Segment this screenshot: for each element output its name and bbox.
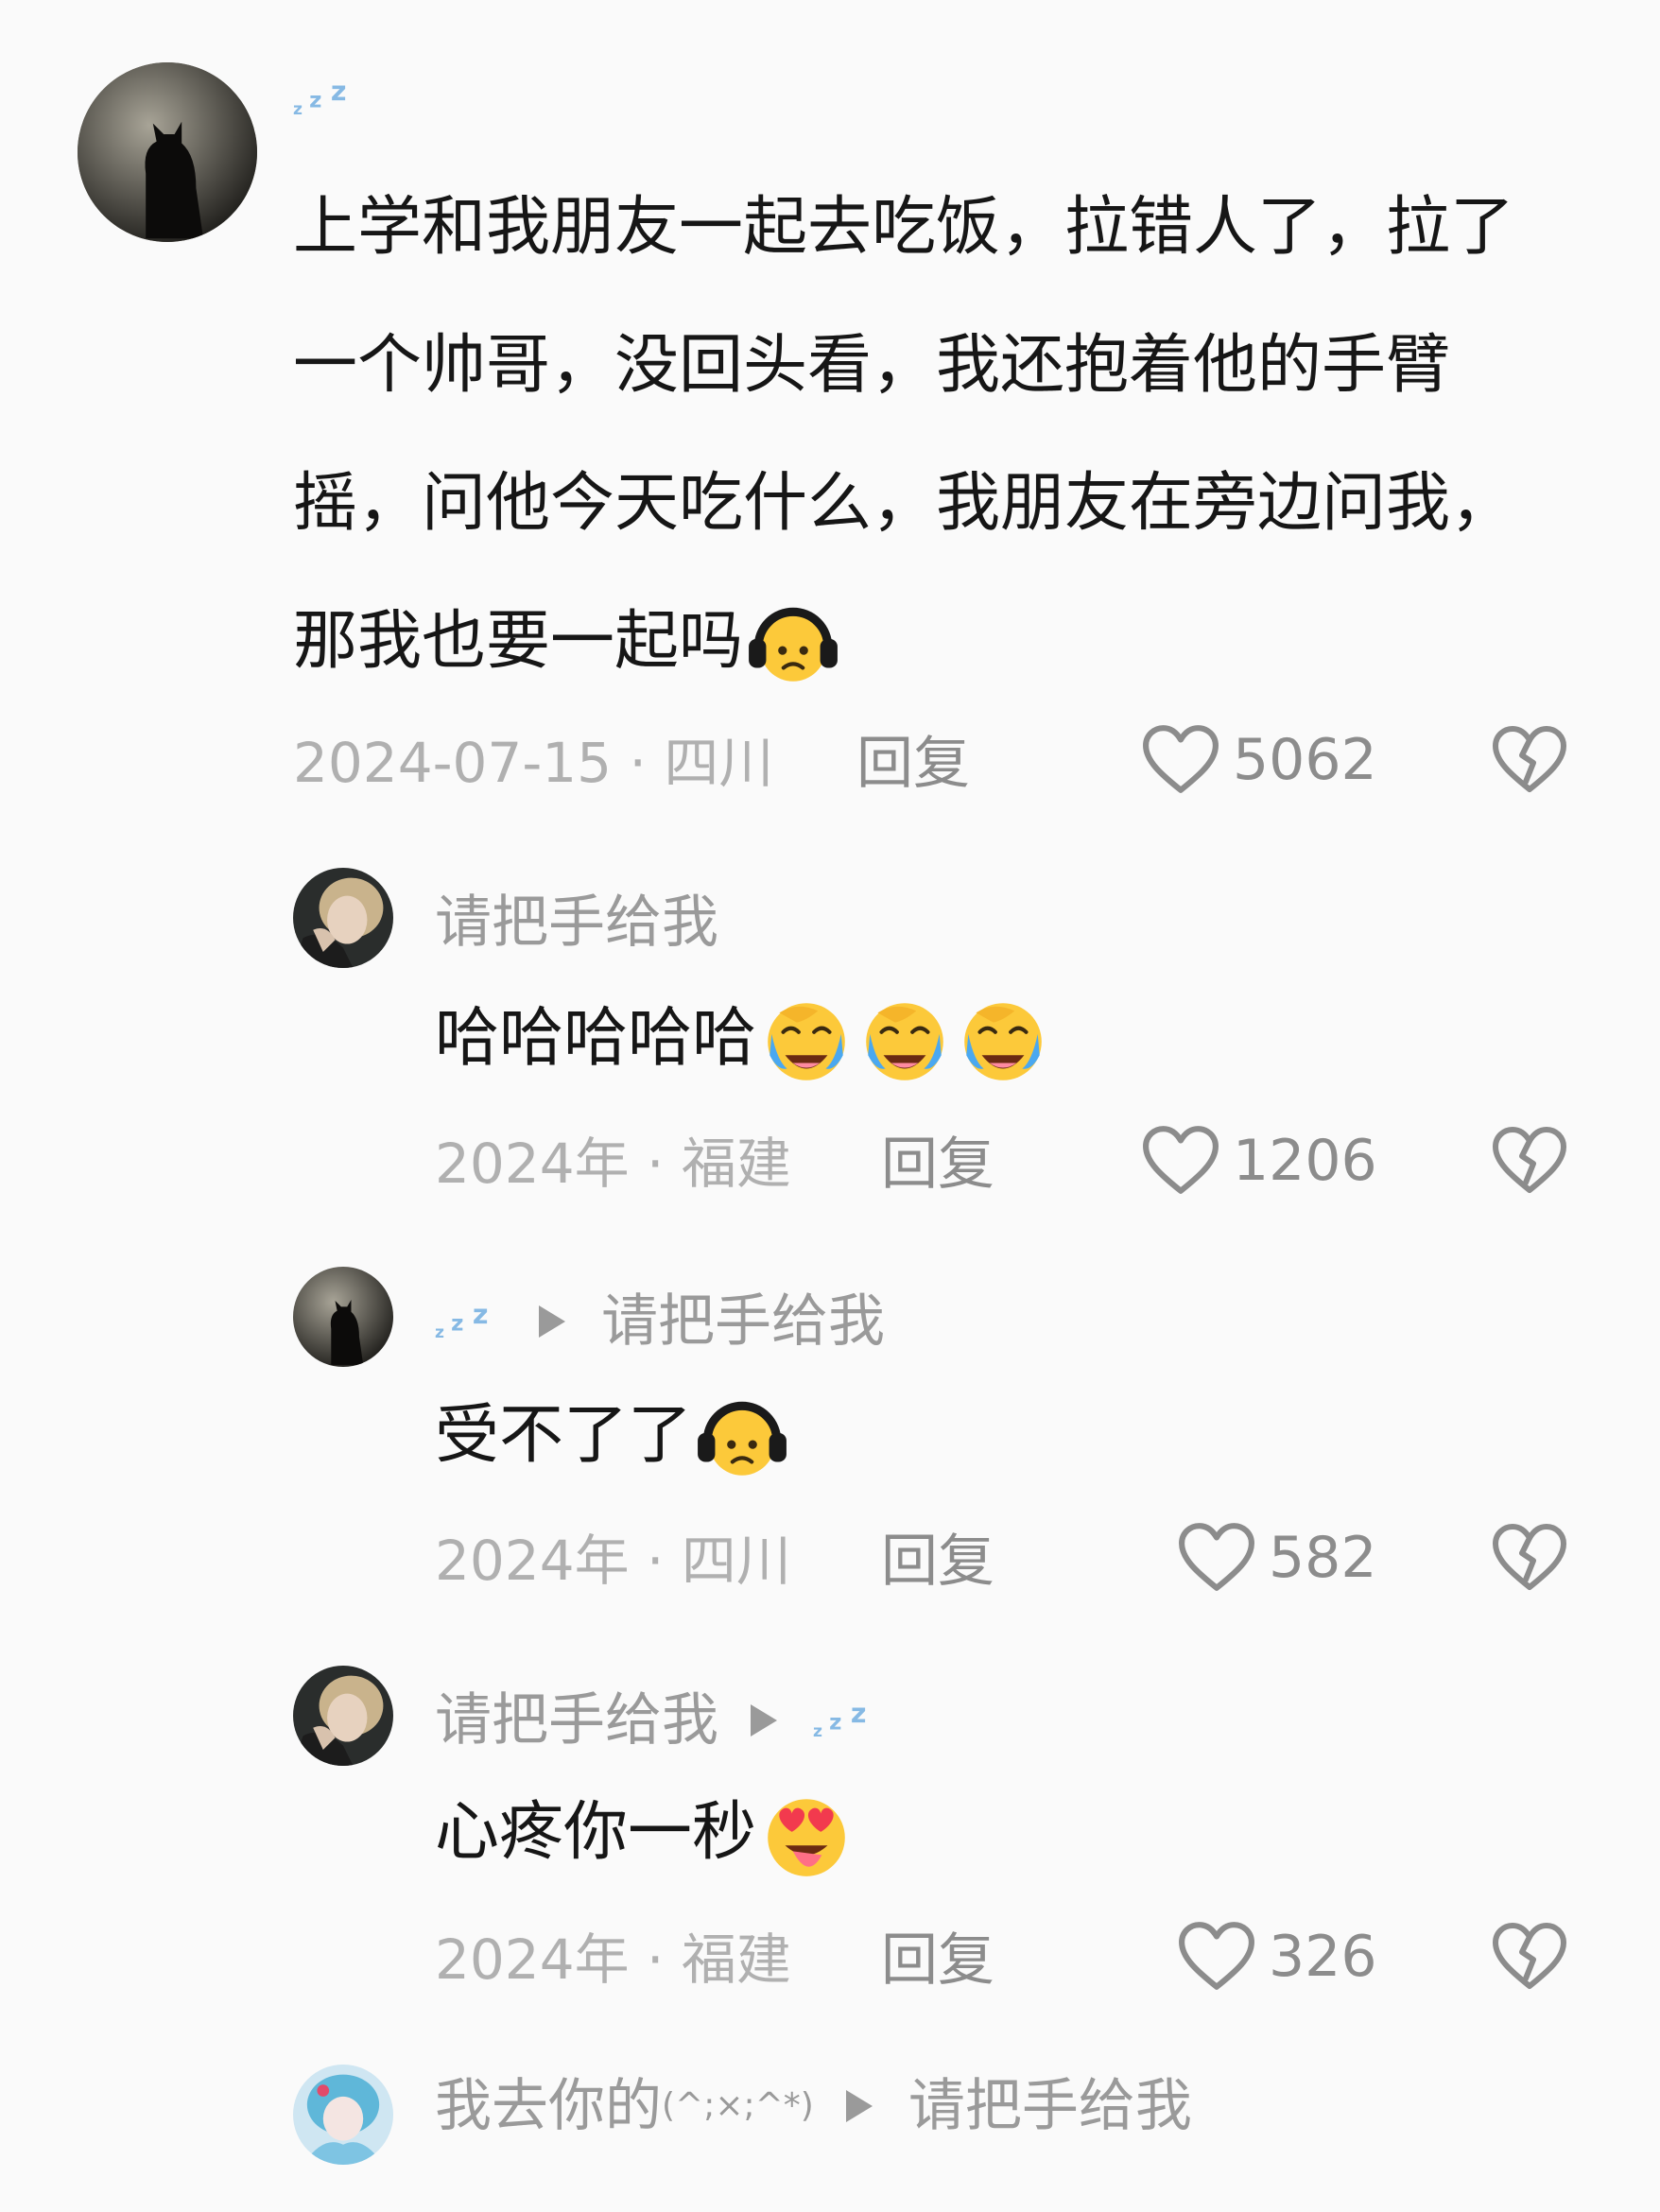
broken-heart-icon [1492, 1522, 1567, 1594]
broken-heart-icon [1492, 1921, 1567, 1993]
comment-body: 上学和我朋友一起去吃饭，拉错人了，拉了一个帅哥，没回头看，我还抱着他的手臂摇，问… [293, 159, 1560, 711]
reply-to-user[interactable]: 请把手给我 [908, 2078, 1192, 2134]
reply-button[interactable]: 回复 [881, 1136, 994, 1193]
heart-icon [1178, 1921, 1255, 1993]
like-button[interactable]: 326 [1178, 1921, 1377, 1993]
zzz-icon [293, 78, 365, 119]
heart-icon [1178, 1522, 1255, 1594]
dislike-button[interactable] [1492, 1125, 1567, 1197]
comment-author[interactable] [293, 78, 365, 119]
reply-button[interactable]: 回复 [881, 1932, 994, 1989]
comment-text: 上学和我朋友一起去吃饭，拉错人了，拉了一个帅哥，没回头看，我还抱着他的手臂摇，问… [293, 190, 1515, 679]
comment-date: 2024年 [435, 1132, 630, 1196]
avatar-cat[interactable] [293, 1267, 393, 1367]
comment-author[interactable]: 我去你的 (^;×;^*) 请把手给我 [435, 2078, 1192, 2134]
heart-icon [1142, 1125, 1219, 1197]
like-button[interactable]: 1206 [1142, 1125, 1377, 1197]
avatar-user[interactable] [293, 1666, 393, 1766]
dislike-button[interactable] [1492, 724, 1567, 796]
rofl-emoji [955, 994, 1051, 1090]
avatar-cat[interactable] [78, 62, 257, 242]
reply-arrow-icon [845, 2090, 873, 2122]
cat-silhouette-icon [78, 62, 257, 242]
cat-silhouette-icon [293, 1267, 393, 1367]
comment-meta: 2024年 · 四川 [435, 1529, 791, 1593]
headphone-face-emoji [694, 1391, 790, 1487]
comment-location: 福建 [681, 1132, 791, 1196]
like-count: 582 [1269, 1525, 1377, 1591]
headphone-face-emoji [745, 596, 841, 693]
comment-meta: 2024年 · 福建 [435, 1927, 791, 1992]
comment-text: 哈哈哈哈哈 [435, 1001, 757, 1076]
heart-icon [1142, 724, 1219, 796]
like-count: 1206 [1233, 1128, 1377, 1194]
zzz-icon [813, 1700, 885, 1741]
comment-meta: 2024年 · 福建 [435, 1132, 791, 1196]
like-count: 5062 [1233, 727, 1377, 793]
like-button[interactable]: 582 [1178, 1522, 1377, 1594]
broken-heart-icon [1492, 1125, 1567, 1197]
heart-eyes-tongue-emoji [758, 1788, 855, 1884]
author-kaomoji: (^;×;^*) [662, 2086, 814, 2125]
comment-text: 受不了了 [435, 1398, 693, 1473]
comment-location: 四川 [664, 731, 774, 795]
like-button[interactable]: 5062 [1142, 724, 1377, 796]
rofl-emoji [856, 994, 953, 1090]
comment-location: 四川 [681, 1529, 791, 1593]
comment-date: 2024-07-15 [293, 731, 613, 795]
comment-location: 福建 [681, 1927, 791, 1992]
comment-author[interactable]: 请把手给我 [435, 1692, 885, 1749]
comment-body: 受不了了 [435, 1367, 790, 1505]
reply-arrow-icon [751, 1704, 777, 1737]
comment-body: 心疼你一秒 [435, 1764, 855, 1902]
reply-button[interactable]: 回复 [856, 735, 970, 792]
dislike-button[interactable] [1492, 1921, 1567, 1993]
avatar-user[interactable] [293, 868, 393, 968]
user-photo-icon [293, 868, 393, 968]
anime-avatar-icon [293, 2065, 393, 2165]
rofl-emoji [758, 994, 855, 1090]
broken-heart-icon [1492, 724, 1567, 796]
comment-body: 哈哈哈哈哈 [435, 970, 1051, 1108]
comment-date: 2024年 [435, 1927, 630, 1992]
comment-text: 心疼你一秒 [435, 1795, 757, 1870]
comment-author[interactable]: 请把手给我 [435, 1293, 885, 1350]
comment-meta: 2024-07-15 · 四川 [293, 731, 774, 795]
like-count: 326 [1269, 1924, 1377, 1990]
author-name[interactable]: 我去你的 [435, 2078, 662, 2134]
reply-to-user[interactable]: 请把手给我 [601, 1293, 885, 1350]
dislike-button[interactable] [1492, 1522, 1567, 1594]
comment-author[interactable]: 请把手给我 [435, 894, 718, 951]
reply-arrow-icon [539, 1305, 565, 1338]
zzz-icon [435, 1301, 507, 1342]
comment-date: 2024年 [435, 1529, 630, 1593]
avatar-anime[interactable] [293, 2065, 393, 2165]
reply-button[interactable]: 回复 [881, 1533, 994, 1590]
author-name[interactable]: 请把手给我 [435, 1692, 718, 1749]
user-photo-icon [293, 1666, 393, 1766]
